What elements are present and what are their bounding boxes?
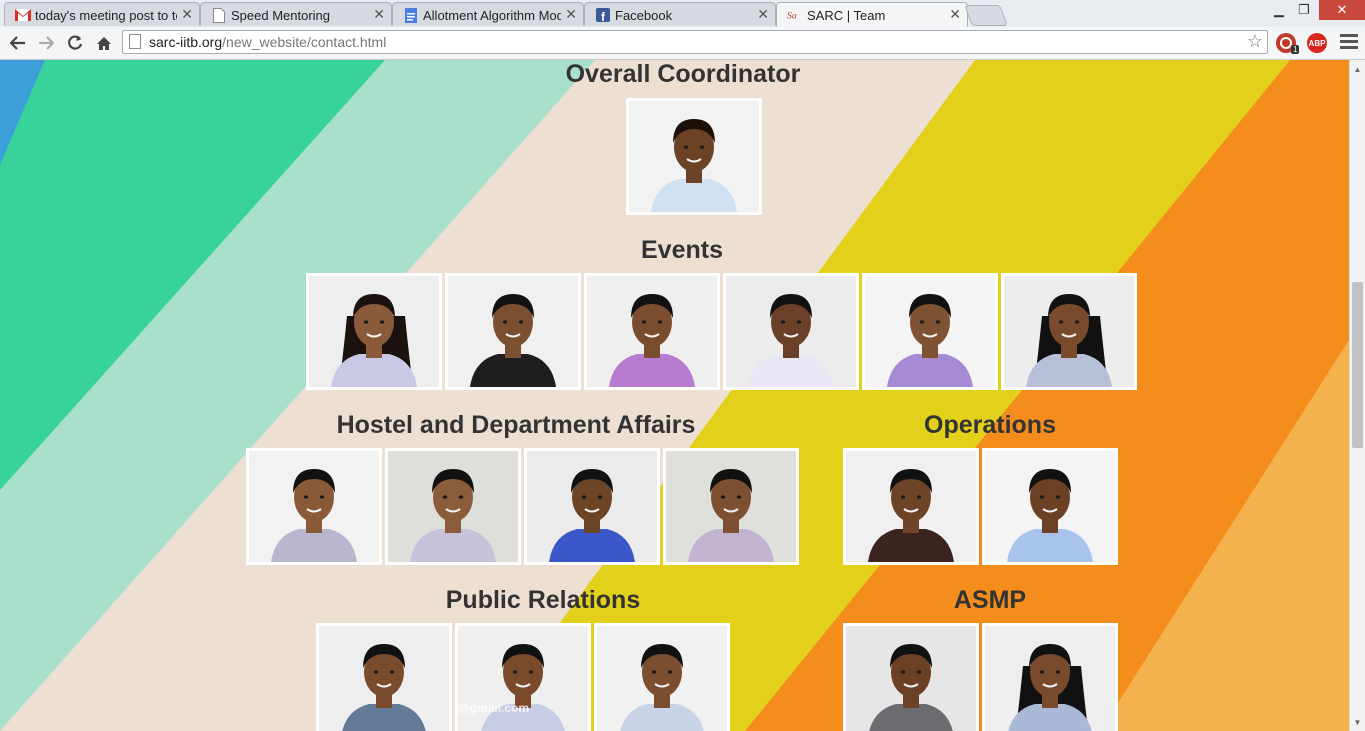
sarc-icon: Sa <box>787 7 803 23</box>
member-photo[interactable] <box>1001 273 1137 390</box>
page-viewport: Overall Coordinator Events Hostel and De… <box>0 60 1349 731</box>
bookmark-star-icon[interactable]: ☆ <box>1247 31 1263 52</box>
vertical-scrollbar[interactable]: ▲ ▼ <box>1349 60 1365 731</box>
gmail-icon <box>15 7 31 23</box>
close-icon[interactable]: ✕ <box>373 6 385 23</box>
member-photo[interactable] <box>584 273 720 390</box>
tab-title: Allotment Algorithm Mod <box>423 8 561 23</box>
section-title-asmp: ASMP <box>953 586 1027 614</box>
menu-icon[interactable] <box>1340 34 1358 52</box>
google-docs-icon <box>403 7 419 23</box>
member-photo[interactable] <box>843 448 979 565</box>
extension-badge: 1 <box>1291 45 1300 54</box>
member-photo[interactable] <box>626 98 762 215</box>
tab-title: SARC | Team <box>807 8 886 23</box>
tab-sarc-team[interactable]: Sa SARC | Team ✕ <box>776 2 968 28</box>
section-title-events: Events <box>641 236 723 264</box>
member-photo[interactable] <box>843 623 979 731</box>
member-photo[interactable] <box>982 623 1118 731</box>
home-icon[interactable] <box>92 31 116 55</box>
section-title-operations: Operations <box>924 411 1056 439</box>
member-photo[interactable] <box>246 448 382 565</box>
member-photo[interactable] <box>663 448 799 565</box>
section-title-hostel-department-affairs: Hostel and Department Affairs <box>336 411 696 439</box>
tab-speed-mentoring[interactable]: Speed Mentoring ✕ <box>200 2 392 26</box>
adblock-plus-icon[interactable]: ABP <box>1307 33 1327 53</box>
member-photo[interactable] <box>385 448 521 565</box>
back-arrow-icon[interactable] <box>6 31 30 55</box>
forward-arrow-icon[interactable] <box>34 31 58 55</box>
close-icon[interactable]: ✕ <box>565 6 577 23</box>
photo-watermark: @gmail.com <box>458 701 530 715</box>
minimize-icon[interactable]: ▁ <box>1268 0 1290 20</box>
browser-toolbar: sarc-iitb.org/new_website/contact.html ☆… <box>0 27 1365 60</box>
close-icon[interactable]: ✕ <box>757 6 769 23</box>
section-title-public-relations: Public Relations <box>445 586 641 614</box>
new-tab-button[interactable] <box>964 5 1008 26</box>
document-icon <box>211 7 227 23</box>
member-photo[interactable] <box>594 623 730 731</box>
url-text: sarc-iitb.org/new_website/contact.html <box>149 34 387 50</box>
reload-icon[interactable] <box>63 31 87 55</box>
member-photo[interactable] <box>862 273 998 390</box>
facebook-icon: f <box>595 7 611 23</box>
member-photo[interactable]: @gmail.com <box>455 623 591 731</box>
scroll-up-icon[interactable]: ▲ <box>1350 62 1365 76</box>
tab-allotment[interactable]: Allotment Algorithm Mod ✕ <box>392 2 584 26</box>
member-photo[interactable] <box>524 448 660 565</box>
member-photo[interactable] <box>445 273 581 390</box>
member-photo[interactable] <box>982 448 1118 565</box>
tab-gmail[interactable]: today's meeting post to to ✕ <box>4 2 200 26</box>
scrollbar-thumb[interactable] <box>1352 282 1363 448</box>
tab-strip: today's meeting post to to ✕ Speed Mento… <box>0 0 1365 28</box>
page-icon <box>129 34 141 49</box>
tab-title: today's meeting post to to <box>35 8 177 23</box>
member-photo[interactable] <box>316 623 452 731</box>
section-title-overall-coordinator: Overall Coordinator <box>565 60 801 88</box>
restore-icon[interactable]: ❐ <box>1292 0 1316 20</box>
tab-facebook[interactable]: f Facebook ✕ <box>584 2 776 26</box>
address-bar[interactable]: sarc-iitb.org/new_website/contact.html ☆ <box>122 30 1268 54</box>
window-close-button[interactable]: ✕ <box>1319 0 1365 20</box>
member-photo[interactable] <box>723 273 859 390</box>
tab-title: Speed Mentoring <box>231 8 331 23</box>
close-icon[interactable]: ✕ <box>181 6 193 23</box>
tab-title: Facebook <box>615 8 673 23</box>
scroll-down-icon[interactable]: ▼ <box>1350 715 1365 729</box>
close-icon[interactable]: ✕ <box>949 6 961 23</box>
member-photo[interactable] <box>306 273 442 390</box>
svg-text:Sa: Sa <box>787 11 797 22</box>
